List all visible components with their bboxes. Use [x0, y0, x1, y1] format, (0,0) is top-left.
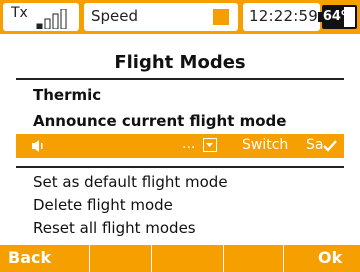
ellipsis-label: ...	[182, 136, 196, 152]
page-title: Flight Modes	[114, 52, 246, 73]
speaker-icon[interactable]	[31, 139, 43, 153]
signal-bars-icon	[36, 9, 67, 29]
tx-label: Tx	[11, 5, 28, 21]
function-key-2[interactable]	[90, 245, 152, 272]
function-key-bar: Back Ok	[0, 245, 360, 272]
menu-divider	[16, 166, 344, 168]
ok-button-label: Ok	[318, 248, 343, 267]
function-key-4[interactable]	[224, 245, 284, 272]
set-default-flight-mode-item[interactable]: Set as default flight mode	[33, 173, 228, 191]
switch-value[interactable]: Sa	[306, 137, 323, 153]
switch-label: Switch	[242, 137, 289, 153]
function-key-3[interactable]	[152, 245, 224, 272]
model-status-indicator	[213, 9, 229, 25]
battery-icon: 64%	[322, 5, 357, 29]
clock-time: 12:22:59	[249, 7, 318, 25]
reset-all-flight-modes-item[interactable]: Reset all flight modes	[33, 219, 196, 237]
announce-label: Announce current flight mode	[33, 112, 287, 130]
title-divider	[16, 78, 344, 80]
battery-percent: 64%	[322, 9, 354, 24]
ok-button[interactable]: Ok	[284, 245, 360, 272]
announce-row[interactable]: ... Switch Sa	[16, 134, 344, 158]
clock-box: 12:22:59	[243, 3, 320, 31]
current-flight-mode[interactable]: Thermic	[33, 86, 101, 104]
model-name: Speed	[91, 7, 139, 25]
delete-flight-mode-item[interactable]: Delete flight mode	[33, 196, 173, 214]
checkmark-icon[interactable]	[323, 139, 337, 153]
dropdown-icon[interactable]	[203, 138, 217, 152]
transmitter-signal-indicator: Tx	[3, 3, 79, 31]
status-bar: Tx Speed 12:22:59 64%	[0, 0, 360, 34]
back-button-label: Back	[8, 248, 52, 267]
back-button[interactable]: Back	[0, 245, 90, 272]
model-name-box: Speed	[84, 3, 238, 31]
